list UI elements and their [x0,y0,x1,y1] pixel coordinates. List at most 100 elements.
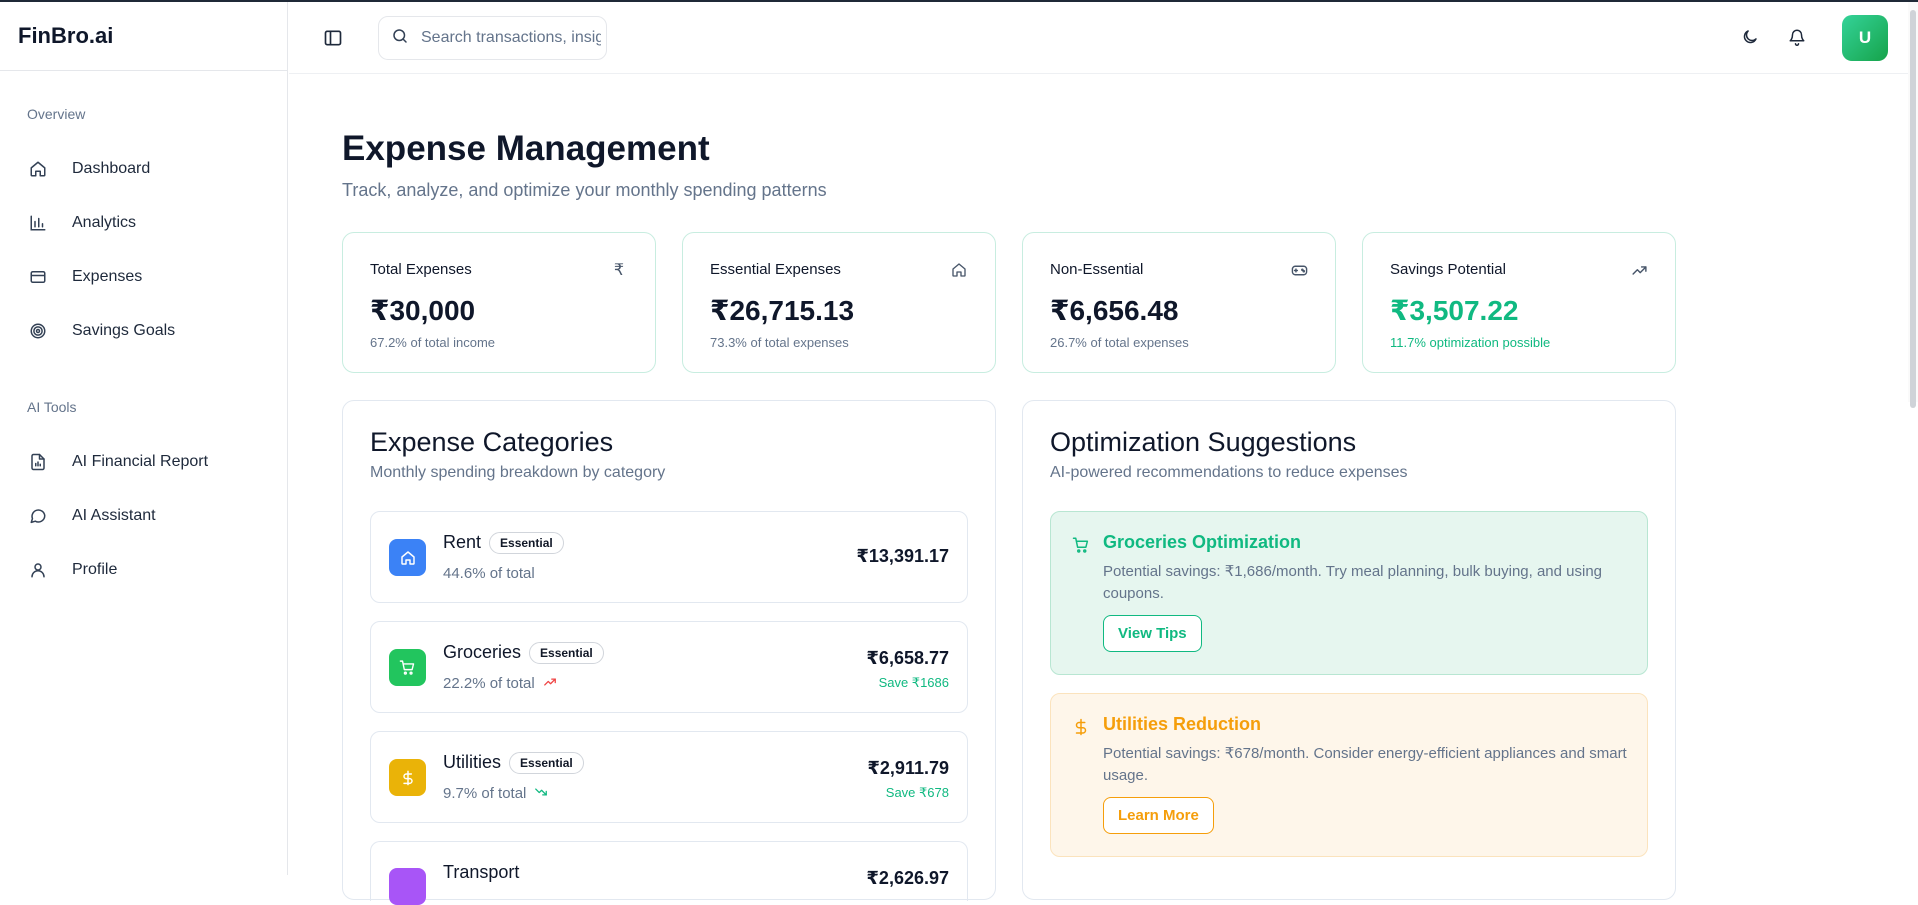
dollar-icon [1071,717,1091,737]
home-icon [950,261,968,279]
credit-card-icon [28,267,48,287]
category-amount: ₹6,658.77 [866,648,949,668]
category-name: Rent [443,532,482,552]
search-box [378,16,607,60]
category-percent-row: 22.2% of total [443,675,557,692]
gamepad-icon [1290,261,1308,279]
optimization-suggestions-panel: Optimization Suggestions AI-powered reco… [1022,400,1676,900]
stat-title: Total Expenses [370,261,472,278]
target-icon [28,321,48,341]
page-scrollbar[interactable] [1908,2,1918,408]
trending-up-icon [1630,261,1648,279]
theme-toggle-button[interactable] [1739,28,1761,50]
stat-subtext: 26.7% of total expenses [1050,335,1189,350]
sidebar-item-profile[interactable]: Profile [0,543,287,597]
bar-chart-icon [28,213,48,233]
sidebar-item-label: Savings Goals [72,322,176,339]
suggestion-card-utilities: Utilities Reduction Potential savings: ₹… [1050,693,1648,857]
user-avatar[interactable]: U [1842,15,1888,61]
suggestion-text: Potential savings: ₹1,686/month. Try mea… [1103,563,1603,602]
category-item-transport[interactable]: Transport ₹2,626.97 [370,841,968,905]
cart-icon [389,649,426,686]
category-percent: 22.2% of total [443,675,535,692]
suggestion-text: Potential savings: ₹678/month. Consider … [1103,745,1627,784]
category-percent: 44.6% of total [443,565,535,582]
stat-subtext: 67.2% of total income [370,335,496,350]
panel-left-icon [323,30,343,52]
stat-value: ₹26,715.13 [710,295,855,326]
search-icon [391,27,409,50]
scrollbar-thumb[interactable] [1910,10,1916,408]
stat-subtext: 73.3% of total expenses [710,335,849,350]
sidebar-item-label: Dashboard [72,160,151,177]
category-item-groceries[interactable]: Groceries Essential 22.2% of total ₹6,658… [370,621,968,713]
moon-icon [1741,28,1759,51]
stat-card-essential-expenses: Essential Expenses ₹26,715.13 73.3% of t… [682,232,996,373]
brand-logo[interactable]: FinBro.ai [0,2,287,71]
expense-categories-panel: Expense Categories Monthly spending brea… [342,400,996,905]
category-name: Transport [443,862,520,882]
panel-title: Optimization Suggestions [1050,427,1357,457]
sidebar-overview-list: Dashboard Analytics Expenses Savings Goa… [0,142,287,358]
category-name-row: Groceries Essential [443,642,604,665]
stat-title: Savings Potential [1390,261,1506,278]
user-icon [28,560,48,580]
category-amount: ₹2,626.97 [866,868,949,888]
home-icon [389,539,426,576]
sidebar-item-label: AI Financial Report [72,453,209,470]
category-amount: ₹13,391.17 [856,546,949,566]
sidebar-group-ai-tools-label: AI Tools [27,399,77,415]
sidebar-item-savings-goals[interactable]: Savings Goals [0,304,287,358]
panel-subtitle: AI-powered recommendations to reduce exp… [1050,464,1408,481]
category-name-row: Rent Essential [443,532,564,555]
sidebar-ai-tools-list: AI Financial Report AI Assistant Profile [0,435,287,597]
sidebar-item-expenses[interactable]: Expenses [0,250,287,304]
category-percent: 9.7% of total [443,785,527,802]
sidebar-item-ai-assistant[interactable]: AI Assistant [0,489,287,543]
stat-card-savings-potential: Savings Potential ₹3,507.22 11.7% optimi… [1362,232,1676,373]
stat-title: Essential Expenses [710,261,841,278]
chat-bubble-icon [28,506,48,526]
page-title: Expense Management [342,129,710,168]
suggestion-card-groceries: Groceries Optimization Potential savings… [1050,511,1648,675]
sidebar-item-label: AI Assistant [72,507,156,524]
category-percent-row: 9.7% of total [443,785,548,802]
trend-down-icon [534,785,548,802]
sidebar-item-analytics[interactable]: Analytics [0,196,287,250]
stat-subtext: 11.7% optimization possible [1390,335,1551,350]
stat-title: Non-Essential [1050,261,1144,278]
rupee-icon: ₹ [613,262,625,279]
car-icon [389,868,426,905]
sidebar-toggle-button[interactable] [323,28,343,48]
category-amount: ₹2,911.79 [867,758,949,778]
sidebar-item-label: Profile [72,561,118,578]
view-tips-button[interactable]: View Tips [1103,615,1202,652]
cart-icon [1071,535,1091,555]
sidebar-group-overview-label: Overview [27,106,86,122]
sidebar-item-dashboard[interactable]: Dashboard [0,142,287,196]
category-item-utilities[interactable]: Utilities Essential 9.7% of total ₹2,911.… [370,731,968,823]
stat-value: ₹6,656.48 [1050,295,1179,326]
trend-up-icon [543,675,557,692]
category-name: Utilities [443,752,502,772]
sidebar-item-label: Expenses [72,268,143,285]
category-savings: Save ₹1686 [878,675,949,690]
sidebar-item-ai-financial-report[interactable]: AI Financial Report [0,435,287,489]
home-icon [28,159,48,179]
panel-title: Expense Categories [370,427,614,457]
category-name: Groceries [443,642,522,662]
bell-icon [1788,28,1806,51]
sidebar-item-label: Analytics [72,214,137,231]
notifications-button[interactable] [1786,28,1808,50]
stat-value: ₹3,507.22 [1390,295,1519,326]
panel-subtitle: Monthly spending breakdown by category [370,464,666,481]
top-header: U [289,2,1918,74]
dollar-icon [389,759,426,796]
essential-badge: Essential [529,642,604,665]
stat-card-total-expenses: Total Expenses ₹ ₹30,000 67.2% of total … [342,232,656,373]
stat-value: ₹30,000 [370,295,476,326]
category-item-rent[interactable]: Rent Essential 44.6% of total ₹13,391.17 [370,511,968,603]
essential-badge: Essential [509,752,584,775]
search-input[interactable] [421,29,601,47]
learn-more-button[interactable]: Learn More [1103,797,1214,834]
